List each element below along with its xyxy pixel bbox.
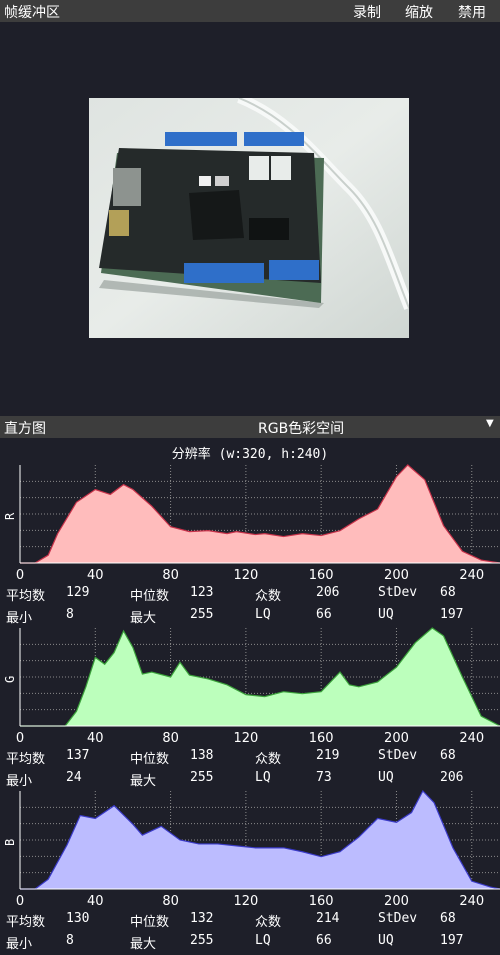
x-tick-label: 120 xyxy=(233,894,258,909)
stat-label-mean: 平均数 xyxy=(6,589,46,604)
stat-label-lq: LQ xyxy=(255,933,271,948)
y-axis-label: G xyxy=(3,676,17,683)
x-tick-label: 0 xyxy=(16,568,24,583)
x-tick-label: 160 xyxy=(309,731,334,746)
stat-value-max: 255 xyxy=(190,933,214,948)
x-tick-label: 200 xyxy=(384,568,409,583)
x-tick-label: 40 xyxy=(87,568,104,583)
stat-value-lq: 66 xyxy=(316,933,332,948)
histogram-r: R 0 40 80 120 160 200 240 xyxy=(3,464,500,583)
stat-value-mode: 214 xyxy=(316,911,340,926)
stat-label-min: 最小 xyxy=(6,611,33,626)
stat-label-min: 最小 xyxy=(6,937,33,952)
stat-label-median: 中位数 xyxy=(130,915,170,930)
stat-value-stdev: 68 xyxy=(440,585,456,600)
stat-value-lq: 73 xyxy=(316,770,332,785)
stat-label-median: 中位数 xyxy=(130,752,170,767)
histogram-charts: R 0 40 80 120 160 200 240 G 0 40 80 120 160 200 240 B 0 40… xyxy=(3,464,500,909)
stat-value-max: 255 xyxy=(190,770,214,785)
x-tick-label: 240 xyxy=(459,731,484,746)
stat-value-min: 8 xyxy=(66,933,74,948)
stat-label-mean: 平均数 xyxy=(6,915,46,930)
x-tick-label: 240 xyxy=(459,894,484,909)
stat-label-mean: 平均数 xyxy=(6,752,46,767)
stat-label-mode: 众数 xyxy=(255,752,282,767)
stat-label-uq: UQ xyxy=(378,933,394,948)
x-tick-label: 40 xyxy=(87,731,104,746)
stat-value-mean: 137 xyxy=(66,748,90,763)
x-tick-label: 80 xyxy=(162,731,179,746)
x-tick-label: 200 xyxy=(384,731,409,746)
x-tick-label: 120 xyxy=(233,568,258,583)
stat-label-uq: UQ xyxy=(378,607,394,622)
stat-label-lq: LQ xyxy=(255,607,271,622)
stat-value-median: 123 xyxy=(190,585,214,600)
stat-value-lq: 66 xyxy=(316,607,332,622)
stat-value-min: 24 xyxy=(66,770,82,785)
x-tick-label: 40 xyxy=(87,894,104,909)
stat-label-stdev: StDev xyxy=(378,911,418,926)
stat-value-mean: 130 xyxy=(66,911,90,926)
stat-value-stdev: 68 xyxy=(440,748,456,763)
stat-label-mode: 众数 xyxy=(255,915,282,930)
x-tick-label: 0 xyxy=(16,731,24,746)
stat-label-min: 最小 xyxy=(6,774,33,789)
x-tick-label: 120 xyxy=(233,731,258,746)
x-tick-label: 160 xyxy=(309,894,334,909)
x-tick-label: 160 xyxy=(309,568,334,583)
stat-value-mode: 219 xyxy=(316,748,340,763)
y-axis-label: R xyxy=(3,512,17,520)
stat-value-mode: 206 xyxy=(316,585,340,600)
stat-value-median: 138 xyxy=(190,748,214,763)
histogram-b: B 0 40 80 120 160 200 240 xyxy=(3,789,500,909)
stat-value-stdev: 68 xyxy=(440,911,456,926)
x-tick-label: 0 xyxy=(16,894,24,909)
stat-label-max: 最大 xyxy=(130,774,157,789)
stat-value-uq: 197 xyxy=(440,933,464,948)
x-tick-label: 80 xyxy=(162,894,179,909)
stat-value-uq: 206 xyxy=(440,770,464,785)
x-tick-label: 240 xyxy=(459,568,484,583)
x-tick-label: 200 xyxy=(384,894,409,909)
stat-value-mean: 129 xyxy=(66,585,90,600)
stat-label-mode: 众数 xyxy=(255,589,282,604)
stat-label-stdev: StDev xyxy=(378,585,418,600)
histogram-g: G 0 40 80 120 160 200 240 xyxy=(3,627,500,746)
stat-label-uq: UQ xyxy=(378,770,394,785)
y-axis-label: B xyxy=(3,839,17,846)
stat-value-max: 255 xyxy=(190,607,214,622)
stat-value-min: 8 xyxy=(66,607,74,622)
stat-value-median: 132 xyxy=(190,911,214,926)
stat-label-max: 最大 xyxy=(130,611,157,626)
stat-label-stdev: StDev xyxy=(378,748,418,763)
stat-value-uq: 197 xyxy=(440,607,464,622)
stat-label-median: 中位数 xyxy=(130,589,170,604)
stat-label-lq: LQ xyxy=(255,770,271,785)
stat-label-max: 最大 xyxy=(130,937,157,952)
x-tick-label: 80 xyxy=(162,568,179,583)
